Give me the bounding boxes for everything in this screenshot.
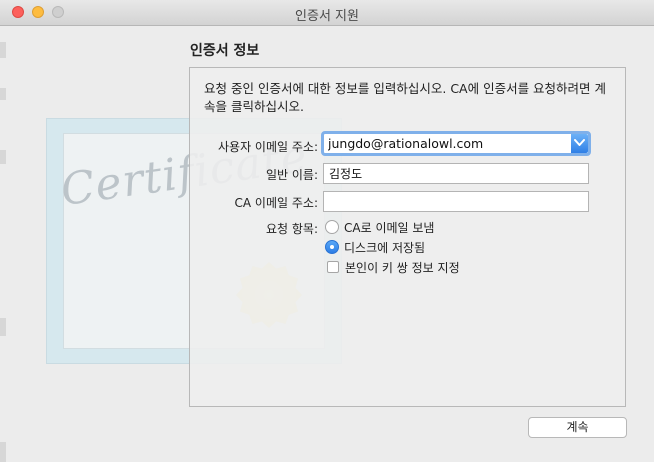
ca-email-label: CA 이메일 주소: [234, 196, 318, 210]
background-window-edge [0, 318, 6, 336]
email-dropdown-button[interactable] [571, 134, 588, 153]
background-window-edge [0, 150, 6, 164]
background-window-edge [0, 442, 6, 462]
title-bar: 인증서 지원 [0, 0, 654, 26]
continue-button[interactable]: 계속 [528, 417, 627, 438]
common-name-field[interactable] [323, 163, 589, 184]
option-email-to-ca[interactable]: CA로 이메일 보냄 [325, 219, 434, 235]
intro-text: 요청 중인 인증서에 대한 정보를 입력하십시오. CA에 인증서를 요청하려면… [204, 81, 607, 114]
option-label: 디스크에 저장됨 [344, 240, 426, 255]
ca-email-field[interactable] [323, 191, 589, 212]
window-title: 인증서 지원 [295, 9, 359, 24]
section-title: 인증서 정보 [190, 43, 260, 59]
option-key-pair[interactable]: 본인이 키 쌍 정보 지정 [325, 259, 460, 275]
background-window-edge [0, 42, 6, 58]
request-label: 요청 항목: [265, 222, 318, 236]
certificate-assistant-window: 인증서 지원 인증서 정보 Certificate 요청 중인 인증서에 대한 … [0, 0, 654, 462]
email-combobox[interactable] [321, 131, 591, 156]
dropdown-arrow-icon [574, 139, 585, 146]
radio-save-to-disk[interactable] [325, 240, 339, 254]
name-label: 일반 이름: [265, 168, 318, 182]
background-window-edge [0, 88, 6, 100]
option-save-to-disk[interactable]: 디스크에 저장됨 [325, 239, 425, 255]
checkbox-key-pair[interactable] [327, 261, 339, 273]
option-label: CA로 이메일 보냄 [344, 220, 435, 235]
form-panel [189, 67, 626, 407]
email-label: 사용자 이메일 주소: [218, 140, 318, 154]
email-field[interactable] [328, 135, 568, 152]
option-label: 본인이 키 쌍 정보 지정 [345, 260, 460, 275]
radio-email-to-ca[interactable] [325, 220, 339, 234]
